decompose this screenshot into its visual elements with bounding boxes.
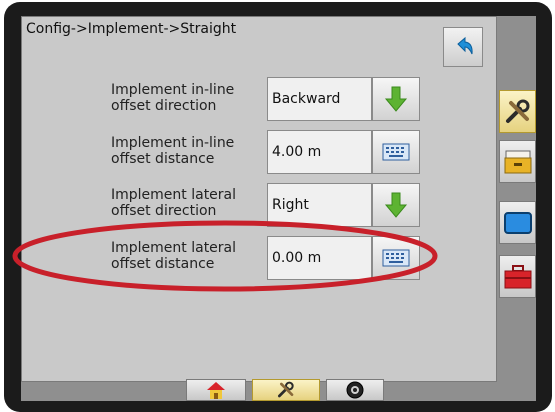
tools-icon xyxy=(278,381,294,398)
display-icon xyxy=(503,211,532,234)
camera-icon xyxy=(346,381,364,399)
inline-offset-direction-value[interactable]: Backward xyxy=(267,77,372,121)
inline-offset-direction-label: Implement in-line offset direction xyxy=(111,82,235,114)
side-tab-toolbox[interactable] xyxy=(499,255,536,298)
bottom-tab-camera[interactable] xyxy=(326,379,384,401)
back-arrow-icon xyxy=(457,36,473,55)
toolbox-icon xyxy=(504,264,531,288)
keyboard-icon xyxy=(382,143,410,161)
side-tab-tools[interactable] xyxy=(499,90,536,133)
storage-box-icon xyxy=(504,150,531,173)
back-button[interactable] xyxy=(443,27,483,67)
inline-offset-distance-label: Implement in-line offset distance xyxy=(111,135,235,167)
highlight-ellipse xyxy=(12,220,438,292)
tools-icon xyxy=(505,99,529,123)
inline-offset-distance-value[interactable]: 4.00 m xyxy=(267,130,372,174)
bottom-tab-home[interactable] xyxy=(186,379,246,401)
breadcrumb: Config->Implement->Straight xyxy=(26,21,237,37)
inline-offset-distance-keyboard-button[interactable] xyxy=(372,130,420,174)
inline-offset-direction-dropdown-button[interactable] xyxy=(372,77,420,121)
home-icon xyxy=(207,382,225,399)
down-arrow-icon xyxy=(384,86,408,112)
screen: Config->Implement->Straight Implement in… xyxy=(21,16,536,401)
lateral-offset-direction-label: Implement lateral offset direction xyxy=(111,187,237,219)
bottom-tab-tools[interactable] xyxy=(252,379,320,401)
config-panel: Config->Implement->Straight Implement in… xyxy=(21,16,497,382)
down-arrow-icon xyxy=(384,192,408,218)
side-tab-storage[interactable] xyxy=(499,140,536,183)
side-tab-display[interactable] xyxy=(499,201,536,244)
